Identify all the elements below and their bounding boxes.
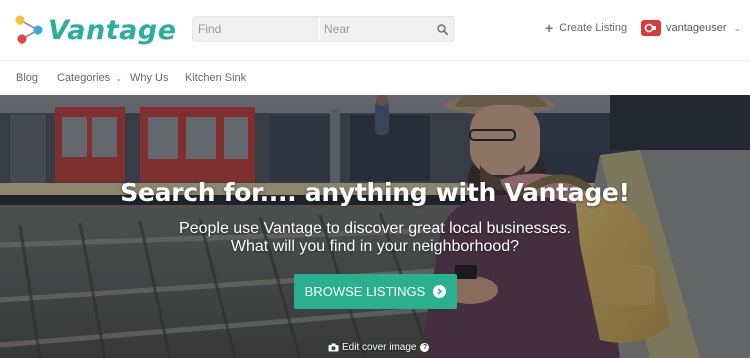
site-header: Vantage + Create Listing vantageuser ⌄ [0,0,750,60]
edit-cover-label: Edit cover image [342,342,417,353]
search-button[interactable] [430,17,454,41]
nav-item-why-us[interactable]: Why Us [130,72,169,84]
hero-banner: Search for.... anything with Vantage! Pe… [0,95,750,358]
plus-icon: + [545,19,554,36]
help-icon[interactable]: ? [420,343,430,352]
search-icon [436,23,448,35]
create-listing-link[interactable]: + Create Listing [545,19,628,36]
browse-listings-label: BROWSE LISTINGS [304,284,426,299]
nav-item-kitchen-sink[interactable]: Kitchen Sink [185,72,246,84]
hero-title: Search for.... anything with Vantage! [120,178,630,207]
edit-cover-image-link[interactable]: Edit cover image ? [328,342,430,353]
logo-text: Vantage [48,14,177,46]
nav-item-categories-label: Categories [57,72,111,84]
find-input[interactable] [193,17,320,41]
browse-listings-button[interactable]: BROWSE LISTINGS [294,274,457,309]
search-bar [192,16,455,42]
user-menu[interactable]: vantageuser ⌄ [641,20,741,36]
hero-subtitle-line1: People use Vantage to discover great loc… [179,220,571,237]
arrow-right-circle-icon [433,285,447,298]
chevron-down-icon: ⌄ [733,22,742,33]
username: vantageuser [666,22,727,34]
map-pin-logo-icon [15,15,43,45]
create-listing-label: Create Listing [559,22,628,34]
camera-icon [328,343,339,352]
hero-subtitle-line2: What will you find in your neighborhood? [230,238,520,255]
near-input[interactable] [320,17,430,41]
user-avatar-icon [644,23,656,33]
nav-item-categories[interactable]: Categories ⌄ [57,72,122,84]
avatar [641,20,661,36]
logo[interactable]: Vantage [14,10,177,50]
main-nav: Blog Categories ⌄ Why Us Kitchen Sink [0,61,750,95]
chevron-down-icon: ⌄ [115,74,122,83]
nav-item-blog[interactable]: Blog [16,72,38,84]
